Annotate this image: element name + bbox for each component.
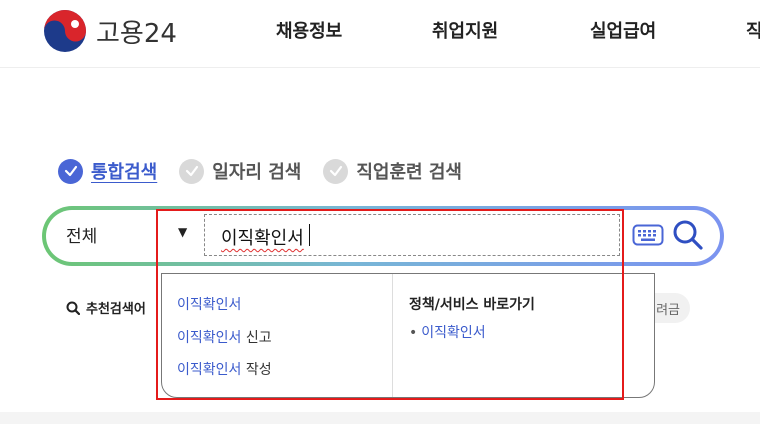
suggestion-highlight: 이직확인서 (177, 330, 242, 346)
search-bar-inner: 전체 ▼ 이직확인서 (46, 210, 720, 262)
recommended-keywords: 추천검색어 (66, 298, 146, 317)
suggestion-highlight: 이직확인서 (177, 297, 242, 313)
tab-job-search[interactable]: 일자리 검색 (179, 158, 301, 184)
search-scope-select[interactable]: 전체 (66, 222, 97, 247)
site-logo[interactable]: 고용24 (42, 8, 177, 54)
bullet-icon: • (409, 325, 418, 341)
tab-integrated-search[interactable]: 통합검색 (58, 158, 157, 184)
nav-job-info[interactable]: 채용정보 (276, 17, 342, 43)
search-bar: 전체 ▼ 이직확인서 (42, 206, 724, 266)
policy-shortcut-label: 이직확인서 (421, 325, 486, 341)
text-caret (309, 224, 310, 246)
keyboard-icon[interactable] (632, 224, 664, 246)
taegeuk-logo-icon (44, 10, 86, 52)
pill-text: 려금 (656, 302, 680, 318)
tab-label: 직업훈련 검색 (356, 162, 462, 183)
dropdown-arrow-icon[interactable]: ▼ (178, 225, 187, 239)
policy-shortcuts-title: 정책/서비스 바로가기 (409, 297, 535, 313)
policy-shortcuts: 정책/서비스 바로가기 • 이직확인서 (393, 274, 654, 397)
search-icon[interactable] (672, 219, 704, 251)
check-circle-icon (323, 158, 349, 184)
search-query-text: 이직확인서 (221, 228, 304, 249)
tab-training-search[interactable]: 직업훈련 검색 (323, 158, 462, 184)
policy-shortcut-item[interactable]: • 이직확인서 (409, 322, 486, 342)
nav-employment-support[interactable]: 취업지원 (432, 17, 498, 43)
nav-unemployment-benefit[interactable]: 실업급여 (590, 17, 656, 43)
logo-text: 고용24 (96, 18, 177, 49)
suggestion-rest: 신고 (241, 330, 272, 346)
suggestion-rest: 작성 (241, 362, 272, 378)
autocomplete-dropdown: 이직확인서 이직확인서 신고 이직확인서 작성 정책/서비스 바로가기 • 이직확… (161, 273, 655, 398)
suggestion-item[interactable]: 이직확인서 (177, 294, 241, 314)
recommended-label: 추천검색어 (86, 302, 146, 317)
check-circle-icon (58, 158, 83, 184)
nav-next-item[interactable]: 직 (746, 17, 760, 43)
magnifier-icon (66, 301, 80, 315)
search-type-tabs: 통합검색 일자리 검색 직업훈련 검색 (58, 158, 484, 184)
search-input[interactable]: 이직확인서 (204, 214, 620, 256)
site-header: 고용24 채용정보 취업지원 실업급여 직 (0, 0, 760, 68)
tab-label: 일자리 검색 (212, 162, 302, 183)
tab-label: 통합검색 (91, 162, 158, 183)
check-circle-icon (179, 158, 205, 184)
footer-band (0, 412, 760, 424)
suggestion-item[interactable]: 이직확인서 신고 (177, 327, 272, 347)
suggestion-item[interactable]: 이직확인서 작성 (177, 359, 272, 379)
suggestion-list: 이직확인서 이직확인서 신고 이직확인서 작성 (162, 274, 393, 397)
suggestion-highlight: 이직확인서 (177, 362, 242, 378)
